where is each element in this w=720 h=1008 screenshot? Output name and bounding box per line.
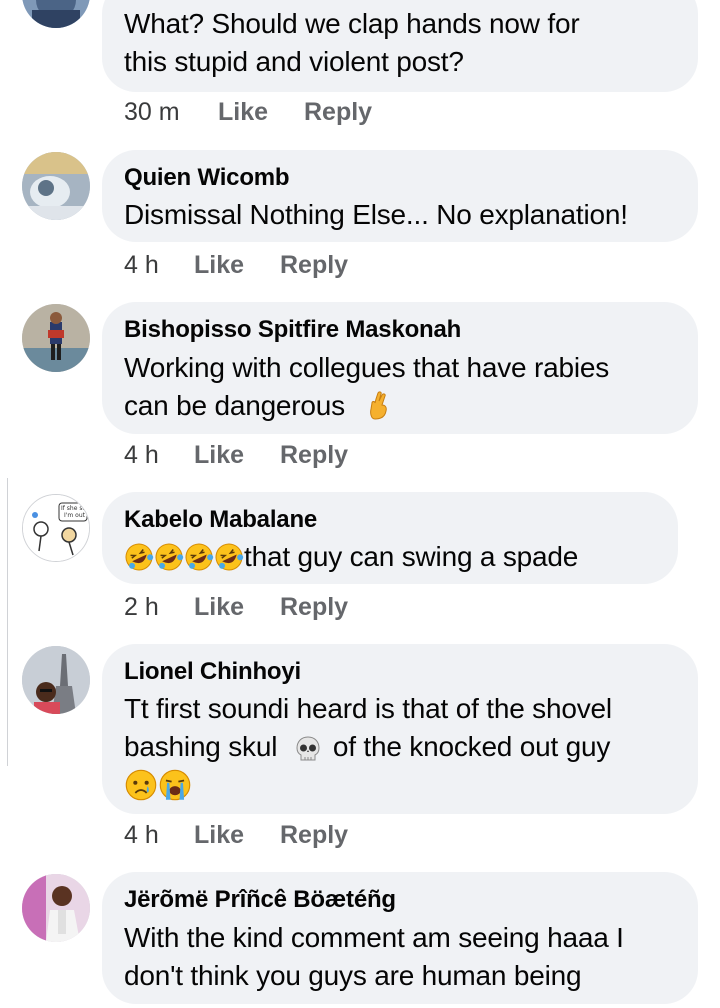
comment-text-line: Working with collegues that have rabies [124, 352, 610, 383]
comment-text: that guy can swing a spade [124, 538, 578, 576]
svg-text:I'm out: I'm out [64, 512, 86, 519]
avatar-image [22, 646, 90, 714]
comment-actions: 4 h Like Reply [124, 820, 348, 850]
crossed-fingers-emoji [365, 391, 395, 421]
comment-text-line-with-emoji: that guy can swing a spade [124, 538, 578, 576]
comment-bubble: Quien Wicomb Dismissal Nothing Else... N… [102, 150, 698, 242]
comment-author[interactable]: Quien Wicomb [124, 164, 290, 192]
comment-text-line: don't think you guys are human being [124, 960, 582, 991]
like-button[interactable]: Like [194, 250, 280, 280]
sad-tear-emoji [124, 768, 158, 802]
avatar[interactable] [22, 152, 90, 220]
avatar-image: If she sh I'm out [23, 495, 89, 561]
comment-bubble: Bishopisso Spitfire Maskonah Working wit… [102, 302, 698, 434]
comment-text-fragment: that guy can swing a spade [244, 541, 579, 572]
comment-timestamp: 4 h [124, 821, 159, 849]
crying-emoji [158, 768, 192, 802]
comment-text-line-emoji-only [124, 766, 612, 804]
comment-timestamp: 4 h [124, 251, 159, 279]
reply-button[interactable]: Reply [280, 820, 348, 850]
avatar-image [22, 874, 90, 942]
comment-text: With the kind comment am seeing haaa I d… [124, 919, 624, 995]
comment-author[interactable]: Bishopisso Spitfire Maskonah [124, 316, 461, 344]
comment-actions: 2 h Like Reply [124, 592, 348, 622]
comments-page: What? Should we clap hands now for this … [0, 0, 720, 1008]
avatar-image [22, 0, 90, 28]
rolling-laughing-emoji [154, 542, 184, 572]
avatar[interactable] [22, 646, 90, 714]
comment-bubble: Jërõmë Prîñcê Böætéñg With the kind comm… [102, 872, 698, 1004]
comment-text-line: Tt first soundi heard is that of the sho… [124, 693, 612, 724]
comment-text: Working with collegues that have rabies … [124, 349, 609, 425]
reply-button[interactable]: Reply [280, 592, 348, 622]
comment-timestamp: 2 h [124, 593, 159, 621]
comment-text-line: What? Should we clap hands now for [124, 8, 580, 39]
comment-timestamp: 30 m [124, 98, 180, 126]
like-button[interactable]: Like [218, 97, 304, 127]
avatar[interactable] [22, 0, 90, 28]
comment-text-fragment: of the knocked out guy [332, 731, 611, 762]
like-button[interactable]: Like [194, 820, 280, 850]
comment-text-line: Dismissal Nothing Else... No explanation… [124, 199, 628, 230]
like-button[interactable]: Like [194, 440, 280, 470]
comment-actions: 4 h Like Reply [124, 440, 348, 470]
comment-text: What? Should we clap hands now for this … [124, 5, 580, 81]
comment-bubble: Lionel Chinhoyi Tt first soundi heard is… [102, 644, 698, 814]
comment-text-line-with-emoji: can be dangerous [124, 387, 609, 425]
rolling-laughing-emoji [184, 542, 214, 572]
comment-text: Tt first soundi heard is that of the sho… [124, 690, 612, 804]
thread-edge-line [7, 478, 8, 766]
comment-text-line: With the kind comment am seeing haaa I [124, 922, 624, 953]
comment-author[interactable]: Lionel Chinhoyi [124, 658, 301, 686]
comment-text: Dismissal Nothing Else... No explanation… [124, 196, 628, 234]
comment-actions: 4 h Like Reply [124, 250, 348, 280]
avatar-image [22, 152, 90, 220]
comment-text-line-with-emoji: bashing skul of the knocked out guy [124, 728, 612, 766]
skull-emoji [293, 734, 323, 764]
comment-bubble: What? Should we clap hands now for this … [102, 0, 698, 92]
avatar[interactable] [22, 304, 90, 372]
like-button[interactable]: Like [194, 592, 280, 622]
comment-text-fragment: bashing skul [124, 731, 278, 762]
avatar-image [22, 304, 90, 372]
comment-timestamp: 4 h [124, 441, 159, 469]
comment-text-line: this stupid and violent post? [124, 46, 464, 77]
comment-actions: 30 m Like Reply [124, 97, 372, 127]
comment-author[interactable]: Jërõmë Prîñcê Böætéñg [124, 886, 396, 914]
reply-button[interactable]: Reply [280, 440, 348, 470]
reply-button[interactable]: Reply [280, 250, 348, 280]
avatar[interactable] [22, 874, 90, 942]
rolling-laughing-emoji [124, 542, 154, 572]
svg-text:If she sh: If she sh [61, 505, 86, 512]
comment-bubble: Kabelo Mabalane that guy can swing a spa… [102, 492, 678, 584]
avatar[interactable]: If she sh I'm out [22, 494, 90, 562]
comment-text-fragment: can be dangerous [124, 390, 345, 421]
reply-button[interactable]: Reply [304, 97, 372, 127]
rolling-laughing-emoji [214, 542, 244, 572]
comment-author[interactable]: Kabelo Mabalane [124, 506, 317, 534]
